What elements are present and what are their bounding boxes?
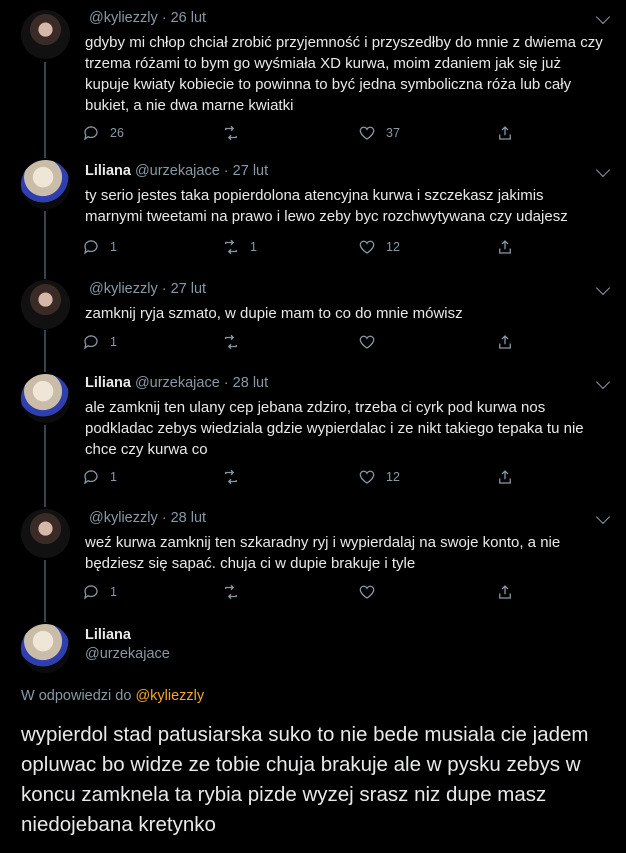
retweet-button[interactable] bbox=[222, 468, 250, 486]
reply-to-line: W odpowiedzi do @kyliezzly bbox=[21, 688, 204, 704]
tweet-actions: 1 bbox=[82, 583, 522, 603]
reply-to-label: W odpowiedzi do bbox=[21, 688, 132, 704]
like-button[interactable] bbox=[358, 333, 386, 351]
tweet-text: zamknij ryja szmato, w dupie mam to co d… bbox=[85, 305, 463, 322]
share-button[interactable] bbox=[496, 238, 514, 256]
like-button[interactable] bbox=[358, 583, 386, 601]
retweet-icon bbox=[225, 239, 237, 255]
like-icon bbox=[359, 335, 375, 349]
reply-button[interactable]: 1 bbox=[82, 238, 117, 256]
reply-count: 1 bbox=[110, 470, 117, 484]
tweet-date[interactable]: 28 lut bbox=[233, 375, 268, 391]
reply-icon bbox=[84, 240, 98, 255]
like-icon bbox=[359, 126, 375, 140]
display-name[interactable]: Liliana bbox=[85, 627, 166, 643]
retweet-icon bbox=[225, 469, 237, 485]
main-tweet-author[interactable]: Liliana @urzekajace bbox=[85, 627, 170, 662]
avatar[interactable] bbox=[21, 374, 70, 423]
reply-button[interactable]: 1 bbox=[82, 333, 117, 351]
reply-count: 26 bbox=[110, 126, 124, 140]
retweet-button[interactable] bbox=[222, 124, 250, 142]
share-icon bbox=[499, 470, 511, 484]
like-icon bbox=[359, 240, 375, 254]
retweet-icon bbox=[225, 125, 237, 141]
retweet-icon bbox=[225, 334, 237, 350]
chevron-down-icon[interactable] bbox=[595, 9, 611, 25]
handle[interactable]: @kyliezzly bbox=[89, 510, 158, 526]
like-button[interactable]: 37 bbox=[358, 124, 400, 142]
reply-button[interactable]: 1 bbox=[82, 468, 117, 486]
tweet-actions: 26 37 bbox=[82, 124, 522, 144]
tweet-date[interactable]: 26 lut bbox=[171, 10, 206, 26]
tweet-actions: 1 1 12 bbox=[82, 238, 522, 258]
share-icon bbox=[499, 335, 511, 349]
thread-line bbox=[44, 330, 46, 372]
tweet-header: Liliana @urzekajace · 27 lut bbox=[85, 163, 269, 179]
like-count: 37 bbox=[386, 126, 400, 140]
tweet-actions: 1 12 bbox=[82, 468, 522, 488]
tweet-date[interactable]: 28 lut bbox=[171, 510, 206, 526]
thread-line bbox=[44, 425, 46, 507]
share-button[interactable] bbox=[496, 468, 514, 486]
thread-line bbox=[44, 62, 46, 158]
handle[interactable]: @urzekajace bbox=[135, 375, 220, 391]
like-icon bbox=[359, 585, 375, 599]
chevron-down-icon[interactable] bbox=[595, 280, 611, 296]
tweet-header: @kyliezzly · 27 lut bbox=[89, 281, 207, 297]
reply-icon bbox=[84, 470, 98, 485]
avatar[interactable] bbox=[21, 10, 70, 59]
tweet-date[interactable]: 27 lut bbox=[171, 281, 206, 297]
share-button[interactable] bbox=[496, 124, 514, 142]
share-icon bbox=[499, 585, 511, 599]
reply-icon bbox=[84, 335, 98, 350]
handle[interactable]: @urzekajace bbox=[135, 163, 220, 179]
reply-to-mention[interactable]: @kyliezzly bbox=[135, 688, 204, 704]
share-button[interactable] bbox=[496, 583, 514, 601]
like-count: 12 bbox=[386, 470, 400, 484]
handle[interactable]: @urzekajace bbox=[85, 646, 170, 662]
reply-count: 1 bbox=[110, 335, 117, 349]
avatar[interactable] bbox=[21, 624, 70, 673]
tweet-text: ty serio jestes taka popierdolona atency… bbox=[85, 187, 568, 225]
like-button[interactable]: 12 bbox=[358, 468, 400, 486]
tweet-actions: 1 bbox=[82, 333, 522, 353]
retweet-count: 1 bbox=[250, 240, 257, 254]
handle[interactable]: @kyliezzly bbox=[89, 10, 158, 26]
reply-button[interactable]: 1 bbox=[82, 583, 117, 601]
tweet-text: gdyby mi chłop chciał zrobić przyjemność… bbox=[85, 34, 603, 114]
tweet-text: ale zamknij ten ulany cep jebana zdziro,… bbox=[85, 399, 584, 458]
retweet-button[interactable]: 1 bbox=[222, 238, 257, 256]
reply-count: 1 bbox=[110, 585, 117, 599]
chevron-down-icon[interactable] bbox=[595, 162, 611, 178]
retweet-icon bbox=[225, 584, 237, 600]
avatar[interactable] bbox=[21, 509, 70, 558]
display-name[interactable]: Liliana bbox=[85, 163, 131, 179]
avatar[interactable] bbox=[21, 160, 70, 209]
tweet-header: @kyliezzly · 26 lut bbox=[89, 10, 207, 26]
thread-line bbox=[44, 211, 46, 279]
reply-icon bbox=[84, 585, 98, 600]
reply-button[interactable]: 26 bbox=[82, 124, 124, 142]
like-button[interactable]: 12 bbox=[358, 238, 400, 256]
like-count: 12 bbox=[386, 240, 400, 254]
chevron-down-icon[interactable] bbox=[595, 374, 611, 390]
display-name[interactable]: Liliana bbox=[85, 375, 131, 391]
tweet-text: weź kurwa zamknij ten szkaradny ryj i wy… bbox=[85, 534, 561, 572]
like-icon bbox=[359, 470, 375, 484]
thread-line bbox=[44, 560, 46, 622]
chevron-down-icon[interactable] bbox=[595, 509, 611, 525]
retweet-button[interactable] bbox=[222, 333, 250, 351]
tweet-header: Liliana @urzekajace · 28 lut bbox=[85, 375, 269, 391]
retweet-button[interactable] bbox=[222, 583, 250, 601]
main-tweet-text: wypierdol stad patusiarska suko to nie b… bbox=[21, 723, 589, 836]
tweet-date[interactable]: 27 lut bbox=[233, 163, 268, 179]
reply-count: 1 bbox=[110, 240, 117, 254]
reply-icon bbox=[84, 126, 98, 141]
avatar[interactable] bbox=[21, 280, 70, 329]
share-icon bbox=[499, 240, 511, 254]
handle[interactable]: @kyliezzly bbox=[89, 281, 158, 297]
share-button[interactable] bbox=[496, 333, 514, 351]
tweet-header: @kyliezzly · 28 lut bbox=[89, 510, 207, 526]
share-icon bbox=[499, 126, 511, 140]
